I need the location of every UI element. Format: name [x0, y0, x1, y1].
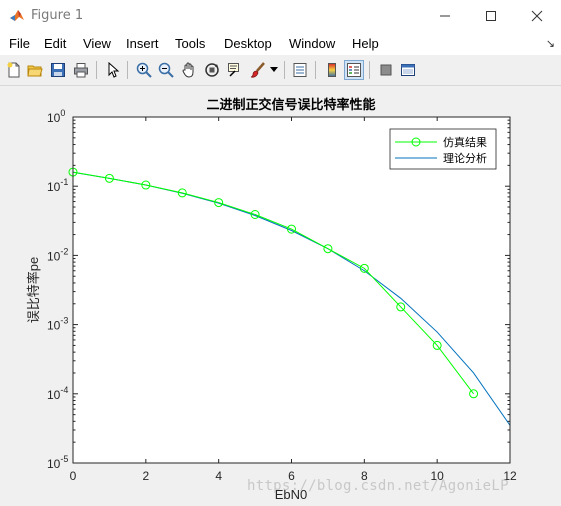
figure-window: Figure 1 File Edit View Insert Tools Des… [0, 0, 561, 506]
figure-canvas[interactable]: 0 2 4 6 8 10 12 10-510-410-310-210-1100 二进制正交信… [0, 85, 561, 506]
print-icon [74, 63, 88, 78]
legend-label-sim: 仿真结果 [443, 135, 487, 149]
legend-button[interactable] [344, 60, 364, 80]
save-icon [51, 63, 65, 77]
y-tick-exponent: -2 [60, 246, 68, 256]
y-tick-label: 10-3 [47, 316, 68, 333]
figure-toolbar [0, 55, 561, 86]
y-tick-label: 10-4 [47, 385, 68, 402]
chart-title: 二进制正交信号误比特率性能 [206, 97, 375, 112]
pointer-button[interactable] [103, 60, 123, 80]
zoom-out-button[interactable] [156, 60, 176, 80]
legend[interactable]: 仿真结果 理论分析 [389, 128, 497, 170]
toolbar-separator [369, 61, 370, 79]
title-bar: Figure 1 [0, 0, 561, 31]
menu-window[interactable]: Window [289, 36, 335, 51]
toolbar-separator [284, 61, 285, 79]
close-button[interactable] [514, 0, 560, 31]
y-tick-label: 10-1 [47, 177, 68, 194]
save-button[interactable] [48, 60, 68, 80]
rotate-3d-icon [205, 63, 219, 77]
y-tick-label: 10-5 [47, 454, 68, 471]
data-cursor-button[interactable] [225, 60, 245, 80]
hide-plot-tools-button[interactable] [376, 60, 396, 80]
minimize-button[interactable] [422, 0, 468, 31]
brush-icon [250, 62, 265, 78]
colorbar-button[interactable] [322, 60, 342, 80]
maximize-icon [486, 10, 496, 21]
toolbar-separator [96, 61, 97, 79]
toolbar-separator [127, 61, 128, 79]
window-title: Figure 1 [31, 8, 84, 23]
menu-file[interactable]: File [9, 36, 30, 51]
y-tick-exponent: -3 [60, 316, 68, 326]
y-tick-label: 100 [47, 108, 65, 125]
legend-label-theory: 理论分析 [443, 151, 487, 165]
open-file-icon [27, 65, 43, 77]
x-tick-label: 2 [142, 469, 149, 483]
maximize-button[interactable] [468, 0, 514, 31]
menu-edit[interactable]: Edit [44, 36, 66, 51]
y-tick-exponent: -4 [60, 385, 68, 395]
y-tick-exponent: -1 [60, 177, 68, 187]
chevron-down-icon [270, 67, 278, 72]
matlab-logo-icon [9, 8, 25, 24]
colorbar-icon [328, 63, 336, 77]
link-plot-button[interactable] [290, 60, 310, 80]
print-button[interactable] [71, 60, 91, 80]
show-plot-tools-button[interactable] [398, 60, 418, 80]
brush-button[interactable] [248, 60, 268, 80]
new-figure-button[interactable] [4, 60, 24, 80]
pan-button[interactable] [179, 60, 199, 80]
menu-insert[interactable]: Insert [126, 36, 159, 51]
y-tick-label: 10-2 [47, 246, 68, 263]
menu-help[interactable]: Help [352, 36, 379, 51]
close-icon [531, 10, 543, 21]
menu-bar: File Edit View Insert Tools Desktop Wind… [0, 31, 561, 55]
zoom-in-icon [136, 62, 152, 78]
zoom-out-icon [158, 62, 174, 78]
pointer-icon [108, 62, 120, 78]
y-tick-exponent: 0 [60, 108, 65, 118]
legend-icon [347, 63, 361, 77]
pan-icon [182, 62, 194, 78]
dock-arrow-icon[interactable]: ↘ [546, 37, 555, 50]
x-tick-label: 4 [215, 469, 222, 483]
zoom-in-button[interactable] [134, 60, 154, 80]
data-cursor-icon [228, 63, 239, 77]
y-axis-label: 误比特率pe [26, 257, 41, 323]
open-file-button[interactable] [25, 60, 45, 80]
y-tick-exponent: -5 [60, 454, 68, 464]
menu-tools[interactable]: Tools [175, 36, 205, 51]
rotate-3d-button[interactable] [202, 60, 222, 80]
new-figure-icon [7, 62, 20, 78]
brush-dropdown-button[interactable] [268, 60, 280, 80]
toolbar-separator [315, 61, 316, 79]
link-plot-icon [293, 63, 307, 77]
hide-plot-tools-icon [380, 64, 392, 76]
menu-view[interactable]: View [83, 36, 111, 51]
minimize-icon [440, 15, 450, 16]
show-plot-tools-icon [401, 64, 415, 76]
x-tick-label: 0 [70, 469, 77, 483]
watermark-text: https://blog.csdn.net/AgonieLP [247, 478, 509, 494]
menu-desktop[interactable]: Desktop [224, 36, 272, 51]
